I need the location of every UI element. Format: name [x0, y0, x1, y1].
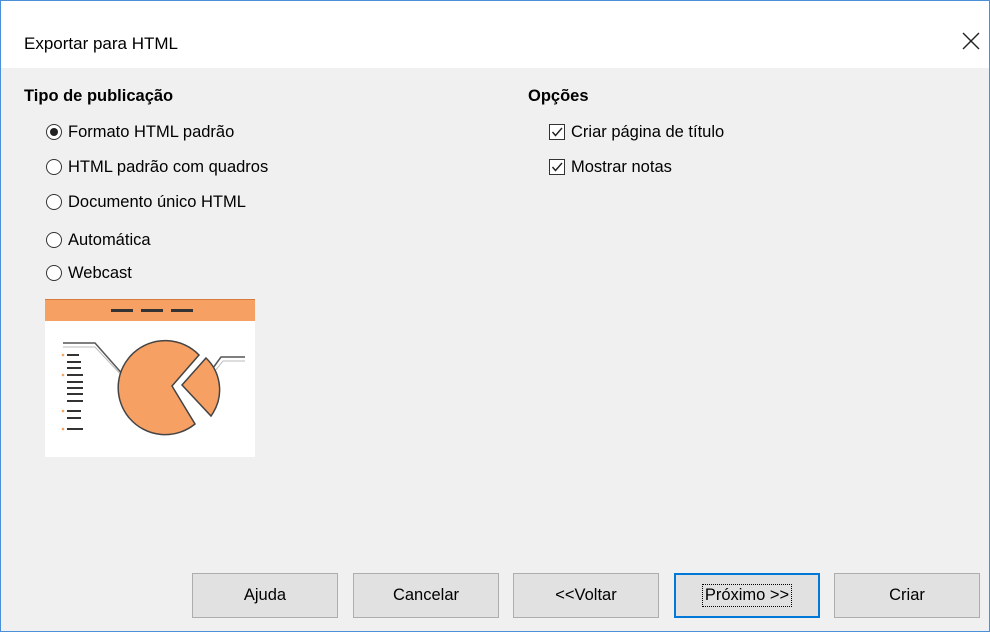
radio-single-document[interactable]: Documento único HTML — [46, 190, 246, 214]
checkmark-icon — [551, 162, 563, 172]
next-button-label: Próximo >> — [701, 584, 793, 607]
create-button[interactable]: Criar — [834, 573, 980, 618]
publication-type-heading: Tipo de publicação — [24, 87, 174, 105]
back-button[interactable]: <<Voltar — [513, 573, 659, 618]
radio-button[interactable] — [46, 265, 62, 281]
radio-button[interactable] — [46, 124, 62, 140]
radio-button[interactable] — [46, 194, 62, 210]
radio-label: Automática — [68, 230, 151, 249]
checkbox-label: Mostrar notas — [571, 157, 672, 176]
checkbox-label: Criar página de título — [571, 122, 725, 141]
radio-standard-html[interactable]: Formato HTML padrão — [46, 120, 234, 144]
close-icon — [962, 32, 980, 50]
pie-chart-preview-icon — [45, 299, 255, 436]
radio-label: Documento único HTML — [68, 192, 246, 211]
options-heading: Opções — [528, 87, 589, 105]
radio-label: HTML padrão com quadros — [68, 157, 269, 176]
radio-button[interactable] — [46, 159, 62, 175]
checkmark-icon — [551, 127, 563, 137]
radio-webcast[interactable]: Webcast — [46, 261, 132, 285]
cancel-button[interactable]: Cancelar — [353, 573, 499, 618]
checkbox[interactable] — [549, 124, 565, 140]
radio-automatic[interactable]: Automática — [46, 228, 151, 252]
next-button[interactable]: Próximo >> — [674, 573, 820, 618]
radio-button[interactable] — [46, 232, 62, 248]
title-bar: Exportar para HTML — [1, 1, 989, 68]
publication-preview-image — [45, 299, 255, 457]
radio-label: Webcast — [68, 263, 132, 282]
help-button[interactable]: Ajuda — [192, 573, 338, 618]
close-button[interactable] — [953, 23, 989, 59]
export-html-dialog: Exportar para HTML Tipo de publicação Fo… — [0, 0, 990, 632]
radio-html-frames[interactable]: HTML padrão com quadros — [46, 155, 268, 179]
check-create-title-page[interactable]: Criar página de título — [549, 120, 724, 144]
radio-label: Formato HTML padrão — [68, 122, 235, 141]
check-show-notes[interactable]: Mostrar notas — [549, 155, 672, 179]
checkbox[interactable] — [549, 159, 565, 175]
dialog-title: Exportar para HTML — [24, 34, 178, 53]
